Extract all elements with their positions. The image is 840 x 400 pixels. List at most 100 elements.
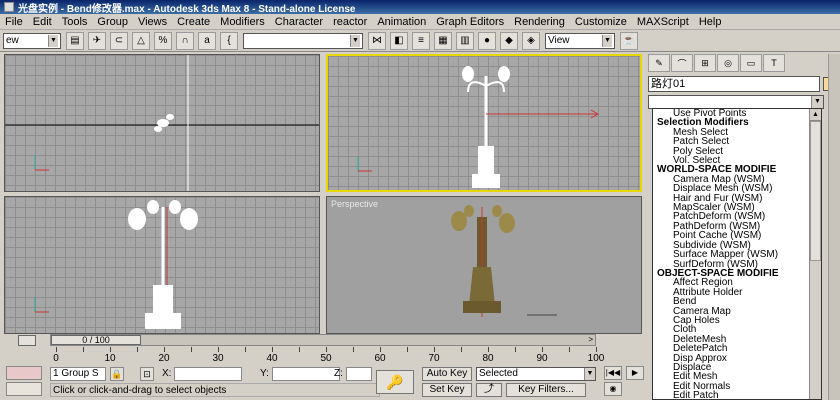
material-editor-icon[interactable]: ● xyxy=(478,31,496,50)
menu-rendering[interactable]: Rendering xyxy=(509,14,570,30)
modifier-list-item[interactable]: Edit Patch xyxy=(653,390,821,399)
z-label: Z: xyxy=(334,368,343,379)
x-coordinate-field[interactable] xyxy=(174,367,242,381)
track-tick xyxy=(596,347,597,352)
x-label: X: xyxy=(162,368,172,379)
time-slider[interactable]: 0 / 100 > xyxy=(50,334,596,346)
curve-editor-icon[interactable]: ▦ xyxy=(434,31,452,50)
select-by-name-icon[interactable]: ▤ xyxy=(66,31,84,50)
render-scene-icon[interactable]: ◆ xyxy=(500,31,518,50)
menu-help[interactable]: Help xyxy=(694,14,727,30)
track-bar[interactable]: 0 10 20 30 40 50 60 70 80 90 100 xyxy=(53,347,604,365)
menu-views[interactable]: Views xyxy=(133,14,172,30)
key-filters-button[interactable]: Key Filters... xyxy=(506,383,586,397)
layer-manager-icon[interactable]: ≡ xyxy=(412,31,430,50)
object-name-row: 路灯01 xyxy=(648,76,840,92)
track-tick xyxy=(191,347,192,352)
named-selection-sets-dropdown[interactable]: ▼ xyxy=(243,32,363,49)
display-tab-icon[interactable]: ▭ xyxy=(740,54,762,72)
chevron-down-icon: ▼ xyxy=(48,34,58,47)
viewport-area: Perspective xyxy=(4,54,644,334)
selection-filter-dropdown[interactable]: ew ▼ xyxy=(3,32,61,49)
3ds-max-window: 光盘实例 - Bend修改器.max - Autodesk 3ds Max 8 … xyxy=(0,0,840,400)
panel-scroll-edge[interactable] xyxy=(828,54,840,400)
perspective-viewport[interactable]: Perspective xyxy=(326,196,642,334)
time-slider-thumb[interactable]: 0 / 100 xyxy=(51,335,141,345)
view-dropdown-value: View xyxy=(548,35,570,46)
teapot-render-icon[interactable]: ☕ xyxy=(620,31,638,50)
unlink-icon[interactable]: △ xyxy=(132,31,150,50)
chevron-down-icon: ▼ xyxy=(584,368,595,380)
absolute-mode-icon[interactable]: ⊡ xyxy=(140,367,154,381)
track-tick xyxy=(569,347,570,352)
motion-tab-icon[interactable]: ◎ xyxy=(717,54,739,72)
spelling-icon[interactable]: a xyxy=(198,31,216,50)
set-key-icon[interactable]: 🔑 xyxy=(376,370,414,394)
modify-tab-icon[interactable]: ⌒ xyxy=(671,54,693,72)
menu-tools[interactable]: Tools xyxy=(57,14,93,30)
front-viewport[interactable] xyxy=(326,54,642,192)
view-dropdown[interactable]: View ▼ xyxy=(545,32,615,49)
key-mode-toggle-icon[interactable]: ◉ xyxy=(604,382,622,396)
y-coordinate-field[interactable] xyxy=(272,367,340,381)
utilities-tab-icon[interactable]: T xyxy=(763,54,785,72)
menu-graph-editors[interactable]: Graph Editors xyxy=(431,14,509,30)
default-in-out-tangent-icon[interactable]: ⤴ xyxy=(476,383,502,397)
scrollbar-thumb[interactable] xyxy=(810,121,821,261)
left-view-drawing xyxy=(34,200,198,329)
selection-filter-value: ew xyxy=(6,35,19,46)
track-tick xyxy=(542,347,543,352)
track-tick-label: 30 xyxy=(212,353,224,364)
track-tick-label: 100 xyxy=(587,353,605,364)
snaps-toggle-icon[interactable]: ∩ xyxy=(176,31,194,50)
scroll-up-icon[interactable]: ▲ xyxy=(810,109,821,121)
play-icon[interactable]: ▶ xyxy=(626,366,644,380)
status-bar: 1 Group S 🔒 ⊡ X: Y: Z: Click or click-an… xyxy=(4,366,644,400)
auto-key-button[interactable]: Auto Key xyxy=(422,367,472,381)
track-tick-label: 70 xyxy=(428,353,440,364)
track-tick xyxy=(461,347,462,352)
top-viewport[interactable] xyxy=(4,54,320,192)
main-toolbar: ew ▼ ▤ ✈ ⊂ △ % ∩ a { ▼ ⋈ ◧ ≡ ▦ ▥ ● ◆ ◈ V… xyxy=(0,30,840,52)
key-mode-dropdown[interactable]: Selected ▼ xyxy=(476,367,596,381)
hierarchy-tab-icon[interactable]: ⊞ xyxy=(694,54,716,72)
menu-edit[interactable]: Edit xyxy=(28,14,57,30)
menu-character[interactable]: Character xyxy=(270,14,328,30)
left-viewport[interactable] xyxy=(4,196,320,334)
select-link-icon[interactable]: ⊂ xyxy=(110,31,128,50)
create-tab-icon[interactable]: ✎ xyxy=(648,54,670,72)
modifier-list-scrollbar[interactable]: ▲ xyxy=(809,109,821,399)
top-view-drawing xyxy=(5,55,319,191)
menu-customize[interactable]: Customize xyxy=(570,14,632,30)
track-tick xyxy=(380,347,381,352)
go-to-start-icon[interactable]: |◀◀ xyxy=(604,366,622,380)
align-icon[interactable]: ◧ xyxy=(390,31,408,50)
walk-through-icon[interactable]: ✈ xyxy=(88,31,106,50)
schematic-view-icon[interactable]: ▥ xyxy=(456,31,474,50)
menu-maxscript[interactable]: MAXScript xyxy=(632,14,694,30)
front-view-drawing xyxy=(357,66,600,188)
modifier-list-items: Use Pivot Points Selection Modifiers Mesh … xyxy=(653,109,821,399)
chevron-right-icon[interactable]: > xyxy=(588,335,593,345)
menu-animation[interactable]: Animation xyxy=(372,14,431,30)
app-icon[interactable] xyxy=(4,2,14,12)
menu-create[interactable]: Create xyxy=(172,14,215,30)
menu-file[interactable]: File xyxy=(0,14,28,30)
object-name-field[interactable]: 路灯01 xyxy=(648,76,820,92)
mirror-icon[interactable]: ⋈ xyxy=(368,31,386,50)
modifier-list-dropdown[interactable]: ▼ xyxy=(648,95,824,109)
z-coordinate-field[interactable] xyxy=(346,367,372,381)
max-script-mini-listener[interactable] xyxy=(6,382,42,396)
lock-icon[interactable]: 🔒 xyxy=(110,367,124,381)
quick-render-icon[interactable]: ◈ xyxy=(522,31,540,50)
menu-group[interactable]: Group xyxy=(92,14,133,30)
track-tick xyxy=(218,347,219,352)
max-script-listener-swatch[interactable] xyxy=(6,366,42,380)
menu-modifiers[interactable]: Modifiers xyxy=(215,14,270,30)
viewport-layout-icon[interactable] xyxy=(18,335,36,346)
bind-to-space-warp-icon[interactable]: % xyxy=(154,31,172,50)
menu-reactor[interactable]: reactor xyxy=(328,14,372,30)
edit-named-selection-icon[interactable]: { xyxy=(220,31,238,50)
track-tick xyxy=(110,347,111,352)
set-key-button[interactable]: Set Key xyxy=(422,383,472,397)
